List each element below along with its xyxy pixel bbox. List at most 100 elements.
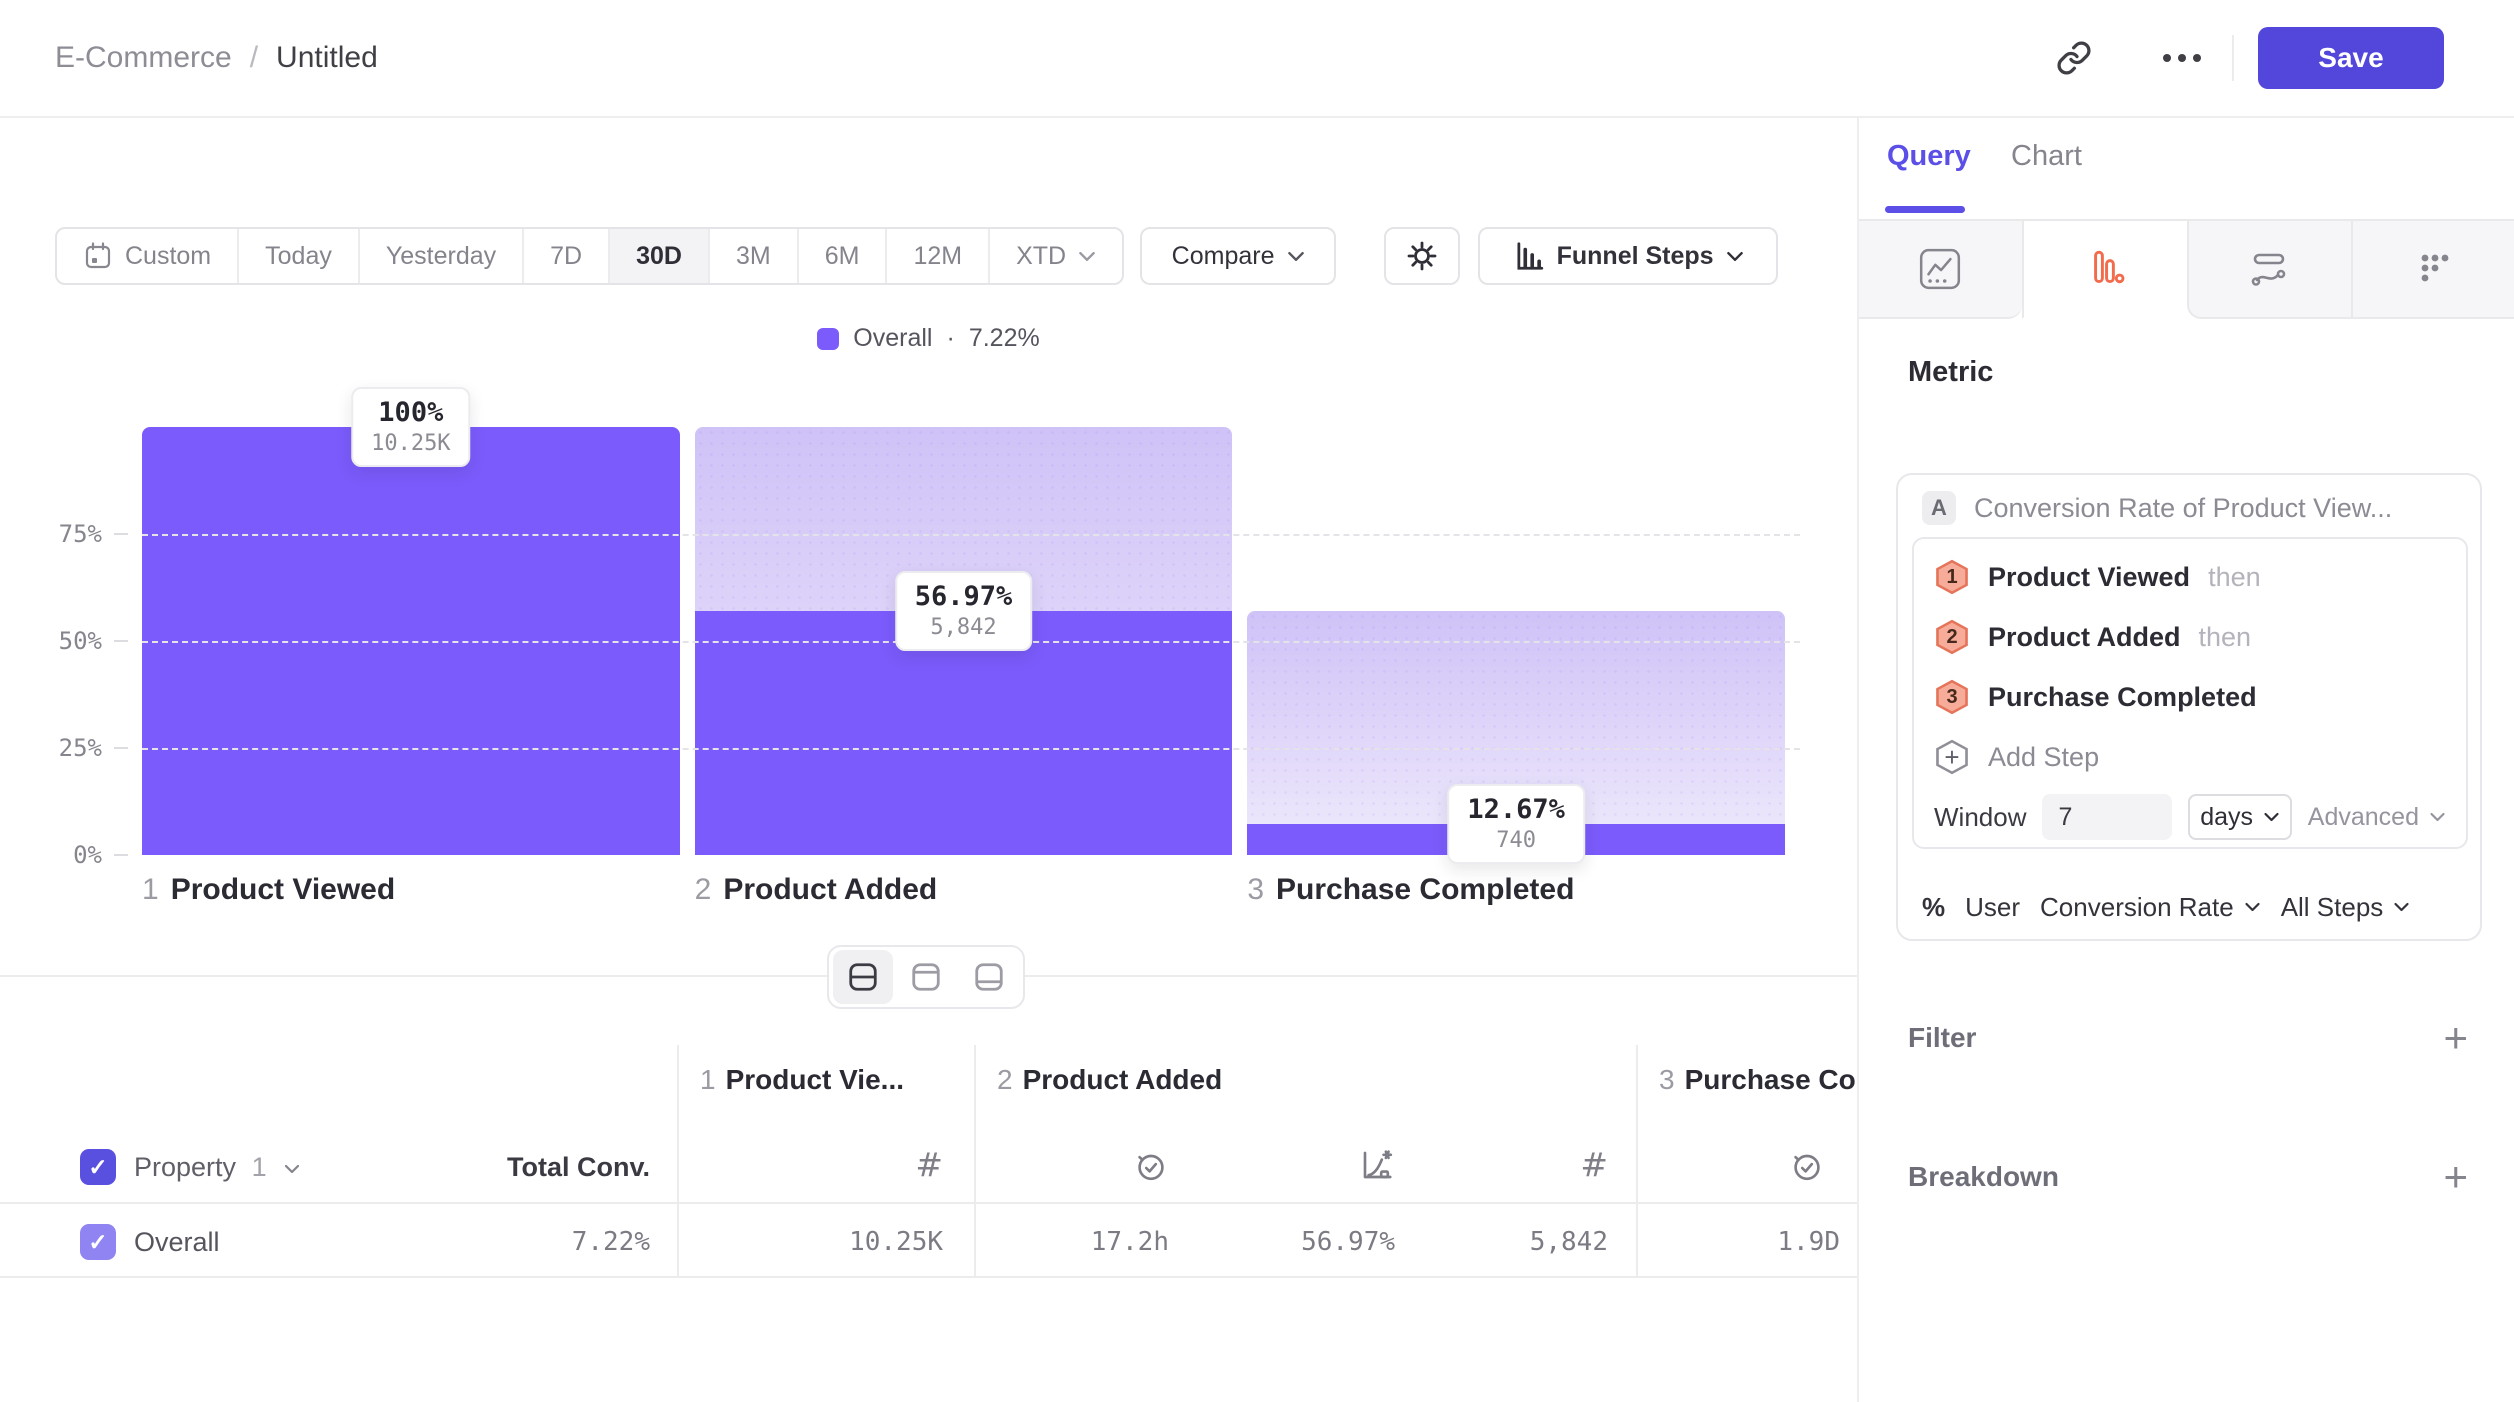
calendar-icon — [83, 241, 113, 271]
check-icon: ✓ — [88, 1229, 107, 1256]
tab-grid-dots[interactable] — [2351, 221, 2514, 319]
compare-button[interactable]: Compare — [1140, 227, 1336, 285]
step-number-hexagon: 2 — [1934, 619, 1970, 655]
layout-panel-top-button[interactable] — [896, 950, 956, 1004]
query-panel: Query Chart — [1857, 118, 2514, 1402]
total-conv-header[interactable]: Total Conv. — [507, 1149, 650, 1185]
copy-link-button[interactable] — [2042, 26, 2106, 90]
active-tab-underline — [1885, 206, 1965, 213]
table-step3-header: 3Purchase Completed — [1659, 1064, 1857, 1096]
measured-as-percent[interactable]: % — [1922, 892, 1945, 923]
window-unit-select[interactable]: days — [2188, 794, 2291, 840]
metric-title-row[interactable]: A Conversion Rate of Product View... — [1922, 491, 2392, 525]
funnel-chart-icon — [1513, 240, 1545, 272]
property-header[interactable]: Property 1 — [134, 1149, 300, 1185]
date-range-today[interactable]: Today — [237, 229, 358, 283]
more-options-button[interactable] — [2150, 26, 2214, 90]
layout-split-horizontal-button[interactable] — [833, 950, 893, 1004]
date-range-3m[interactable]: 3M — [708, 229, 797, 283]
filter-section: Filter + — [1908, 1016, 2468, 1060]
funnel-step-3[interactable]: 3 Purchase Completed — [1934, 667, 2446, 727]
legend-overall-value: 7.22% — [969, 324, 1040, 353]
chart-type-icon-tabs — [1859, 219, 2514, 319]
chart-type-selector[interactable]: Funnel Steps — [1478, 227, 1778, 285]
conversion-window-row: Window days Advanced — [1934, 787, 2446, 847]
funnel-step-axis-label: 2Product Added — [695, 873, 938, 907]
funnel-step-axis-label: 1Product Viewed — [142, 873, 395, 907]
row-label-overall[interactable]: Overall — [134, 1224, 220, 1260]
advanced-toggle[interactable]: Advanced — [2308, 803, 2446, 832]
legend-separator: · — [946, 324, 954, 353]
tab-query[interactable]: Query — [1887, 140, 1971, 173]
layout-panel-bottom-button[interactable] — [959, 950, 1019, 1004]
breadcrumb: E-Commerce / Untitled — [55, 0, 378, 116]
save-button[interactable]: Save — [2258, 27, 2444, 89]
cell-step2-rate: 56.97% — [1301, 1224, 1395, 1260]
breadcrumb-current[interactable]: Untitled — [276, 41, 378, 75]
tab-line-chart[interactable] — [1859, 221, 2022, 319]
date-range-custom[interactable]: Custom — [57, 229, 237, 283]
date-range-yesterday[interactable]: Yesterday — [358, 229, 522, 283]
filter-heading: Filter — [1908, 1022, 1976, 1054]
window-value-input[interactable] — [2042, 794, 2172, 840]
step-number-hexagon: 1 — [1934, 559, 1970, 595]
chevron-down-icon — [284, 1164, 300, 1174]
top-header-bar: E-Commerce / Untitled — [0, 0, 2514, 118]
add-filter-button[interactable]: + — [2443, 1018, 2468, 1058]
add-step-button[interactable]: + Add Step — [1934, 727, 2446, 787]
date-range-12m[interactable]: 12M — [885, 229, 988, 283]
header-actions: Save — [2042, 0, 2514, 116]
y-axis-tick-label: 0% — [30, 840, 102, 870]
avg-time-metric-icon[interactable] — [1133, 1147, 1169, 1183]
gear-icon — [1402, 236, 1442, 276]
y-axis-tick-mark — [114, 747, 128, 749]
date-range-xtd-label: XTD — [1016, 242, 1066, 271]
plus-hexagon-icon: + — [1934, 739, 1970, 775]
funnel-step-1[interactable]: 1 Product Viewed then — [1934, 547, 2446, 607]
count-metric-icon[interactable]: # — [1580, 1147, 1608, 1183]
metric-footer-row: % User Conversion Rate All Steps — [1922, 883, 2410, 931]
cell-step2-count: 5,842 — [1530, 1224, 1608, 1260]
legend-series-name: Overall — [853, 324, 932, 353]
tab-flow-chart[interactable] — [2187, 221, 2352, 319]
date-range-xtd[interactable]: XTD — [988, 229, 1122, 283]
counted-by-user[interactable]: User — [1965, 892, 2020, 923]
add-breakdown-button[interactable]: + — [2443, 1157, 2468, 1197]
metric-title: Conversion Rate of Product View... — [1974, 493, 2392, 524]
steps-scope-select[interactable]: All Steps — [2281, 892, 2411, 923]
table-column-divider — [1636, 1045, 1638, 1278]
cell-step2-avg-time: 17.2h — [1091, 1224, 1169, 1260]
chart-toolbar: Custom Today Yesterday 7D 30D 3M 6M 12M … — [55, 227, 1778, 285]
bar-value-tooltip: 12.67%740 — [1447, 784, 1585, 864]
table-column-divider — [974, 1045, 976, 1278]
tab-funnel-chart-active[interactable] — [2022, 221, 2187, 319]
date-range-30d-active[interactable]: 30D — [608, 229, 708, 283]
flow-icon — [2246, 247, 2294, 291]
ellipsis-icon — [2160, 52, 2204, 64]
chevron-down-icon — [1078, 251, 1096, 262]
select-all-checkbox[interactable]: ✓ — [80, 1149, 116, 1185]
chart-legend[interactable]: Overall · 7.22% — [0, 324, 1857, 353]
breadcrumb-project[interactable]: E-Commerce — [55, 41, 232, 75]
cell-step1-count: 10.25K — [849, 1224, 943, 1260]
tab-chart[interactable]: Chart — [2011, 140, 2082, 173]
y-axis-tick-label: 75% — [30, 519, 102, 549]
date-range-segmented-control: Custom Today Yesterday 7D 30D 3M 6M 12M … — [55, 227, 1124, 285]
conversion-rate-select[interactable]: Conversion Rate — [2040, 892, 2261, 923]
check-icon: ✓ — [88, 1154, 107, 1181]
chevron-down-icon — [2429, 812, 2446, 822]
row-checkbox[interactable]: ✓ — [80, 1224, 116, 1260]
chevron-down-icon — [2244, 902, 2261, 912]
count-metric-icon[interactable]: # — [915, 1147, 943, 1183]
window-label: Window — [1934, 802, 2026, 833]
chart-settings-button[interactable] — [1384, 227, 1460, 285]
date-range-6m[interactable]: 6M — [797, 229, 886, 283]
funnel-step-2[interactable]: 2 Product Added then — [1934, 607, 2446, 667]
avg-time-metric-icon[interactable] — [1789, 1147, 1825, 1183]
table-column-divider — [677, 1045, 679, 1278]
conversion-rate-metric-icon[interactable] — [1359, 1147, 1395, 1183]
layout-toggle-group — [827, 945, 1025, 1009]
chart-type-label: Funnel Steps — [1557, 242, 1714, 271]
date-range-7d[interactable]: 7D — [522, 229, 608, 283]
chevron-down-icon — [2263, 812, 2280, 822]
